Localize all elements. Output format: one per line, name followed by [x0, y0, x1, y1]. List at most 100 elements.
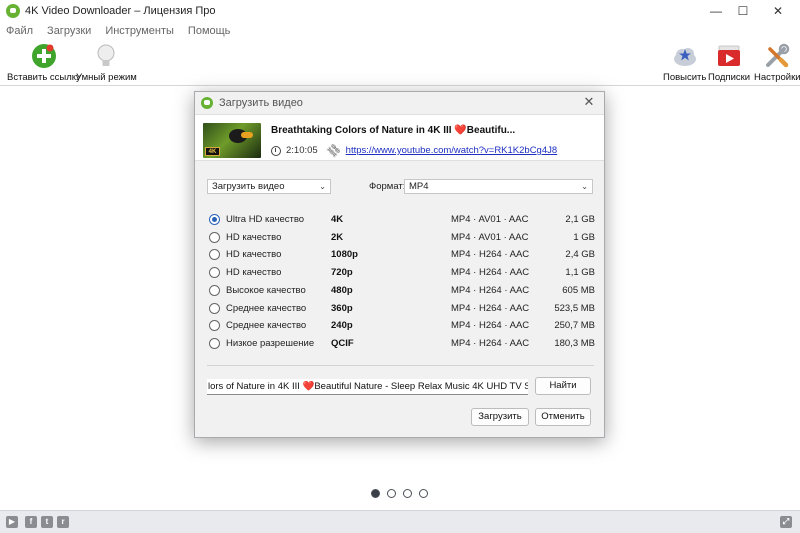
save-path-field[interactable]: lors of Nature in 4K III ❤️Beautiful Nat… [207, 379, 528, 395]
title-bar: 4K Video Downloader – Лицензия Про — ☐ ✕ [0, 0, 800, 22]
quality-radio[interactable] [209, 320, 220, 332]
smart-mode-button[interactable]: Умный режим [76, 43, 137, 83]
quality-row[interactable]: Высокое качество 480p MP4 · H264 · AAC 605 … [209, 282, 595, 299]
quality-size: 180,3 MB [554, 337, 595, 349]
chevron-down-icon: ⌄ [319, 182, 326, 191]
menu-file[interactable]: Файл [6, 25, 33, 37]
close-button[interactable]: ✕ [762, 0, 794, 22]
quality-name: HD качество [226, 231, 282, 243]
upgrade-label: Повысить [663, 72, 707, 83]
dialog-title-bar: Загрузить видео ✕ [195, 92, 604, 114]
menu-downloads[interactable]: Загрузки [47, 25, 91, 37]
paste-link-label: Вставить ссылку [7, 72, 81, 83]
settings-label: Настройки [754, 72, 800, 83]
quality-name: Среднее качество [226, 320, 307, 332]
quality-codec: MP4 · AV01 · AAC [451, 231, 529, 243]
reddit-icon[interactable]: r [57, 516, 69, 528]
quality-row[interactable]: HD качество 2K MP4 · AV01 · AAC 1 GB [209, 229, 595, 246]
cancel-button[interactable]: Отменить [535, 408, 591, 426]
quality-resolution: 480p [331, 284, 353, 296]
subscriptions-icon [718, 45, 741, 66]
carousel-dot[interactable] [403, 489, 412, 498]
quality-resolution: 720p [331, 267, 353, 279]
dialog-close-button[interactable]: ✕ [582, 95, 596, 109]
quality-row[interactable]: HD качество 1080p MP4 · H264 · AAC 2,4 GB [209, 246, 595, 263]
quality-codec: MP4 · H264 · AAC [451, 284, 530, 296]
status-bar: ▶ f t r ⤢ [0, 510, 800, 533]
quality-radio[interactable] [209, 267, 220, 279]
quality-name: HD качество [226, 267, 282, 279]
facebook-icon[interactable]: f [25, 516, 37, 528]
quality-codec: MP4 · H264 · AAC [451, 267, 530, 279]
quality-resolution: 4K [331, 214, 344, 225]
paste-link-button[interactable]: Вставить ссылку [7, 43, 81, 83]
carousel-dot[interactable] [387, 489, 396, 498]
clock-icon [271, 145, 281, 156]
youtube-icon[interactable]: ▶ [6, 516, 18, 528]
quality-size: 523,5 MB [554, 302, 595, 314]
quality-size: 2,1 GB [565, 214, 595, 225]
quality-resolution: 240p [331, 320, 353, 332]
video-info: 4K Breathtaking Colors of Nature in 4K I… [195, 114, 604, 161]
quality-size: 1 GB [573, 231, 595, 243]
video-thumbnail: 4K [203, 123, 261, 158]
quality-row[interactable]: Ultra HD качество 4K MP4 · AV01 · AAC 2,1 G… [209, 211, 595, 228]
quality-row[interactable]: Среднее качество 360p MP4 · H264 · AAC 523,… [209, 300, 595, 317]
4k-badge: 4K [205, 147, 220, 156]
subscriptions-label: Подписки [708, 72, 751, 83]
twitter-icon[interactable]: t [41, 516, 53, 528]
browse-button[interactable]: Найти [535, 377, 591, 395]
maximize-button[interactable]: ☐ [727, 0, 759, 22]
upgrade-button[interactable]: Повысить [663, 43, 706, 83]
quality-radio[interactable] [209, 302, 220, 314]
format-label: Формат: [369, 181, 406, 192]
quality-radio[interactable] [209, 249, 220, 261]
quality-codec: MP4 · H264 · AAC [451, 320, 530, 332]
chevron-down-icon: ⌄ [581, 182, 588, 191]
quality-codec: MP4 · AV01 · AAC [451, 214, 529, 225]
quality-radio[interactable] [209, 284, 220, 296]
quality-size: 250,7 MB [554, 320, 595, 332]
download-button[interactable]: Загрузить [471, 408, 529, 426]
quality-codec: MP4 · H264 · AAC [451, 302, 530, 314]
smart-mode-label: Умный режим [76, 72, 137, 83]
video-url-link[interactable]: https://www.youtube.com/watch?v=RK1K2bCg… [346, 145, 558, 156]
quality-row[interactable]: Среднее качество 240p MP4 · H264 · AAC 250,… [209, 317, 595, 334]
quality-resolution: QCIF [331, 337, 354, 349]
lightbulb-icon [97, 44, 115, 66]
menu-tools[interactable]: Инструменты [105, 25, 174, 37]
link-icon: ⛓ [324, 141, 344, 161]
settings-button[interactable]: Настройки [754, 43, 800, 83]
carousel-dots [371, 489, 435, 498]
menu-help[interactable]: Помощь [188, 25, 231, 37]
dialog-title: Загрузить видео [219, 97, 303, 109]
quality-row[interactable]: Низкое разрешение QCIF MP4 · H264 · AAC 180… [209, 335, 595, 352]
wrench-screwdriver-icon [766, 43, 790, 68]
action-select[interactable]: Загрузить видео ⌄ [207, 179, 331, 194]
quality-resolution: 360p [331, 302, 353, 314]
carousel-dot[interactable] [419, 489, 428, 498]
divider [207, 365, 594, 366]
quality-resolution: 1080p [331, 249, 358, 261]
menu-bar: Файл Загрузки Инструменты Помощь [0, 22, 800, 40]
cloud-star-icon [673, 48, 696, 66]
paste-link-icon [31, 44, 56, 68]
quality-size: 605 MB [562, 284, 595, 296]
quality-codec: MP4 · H264 · AAC [451, 337, 530, 349]
subscriptions-button[interactable]: Подписки [708, 43, 750, 83]
carousel-dot[interactable] [371, 489, 380, 498]
quality-name: Среднее качество [226, 302, 307, 314]
format-select-value: MP4 [409, 181, 429, 192]
expand-icon[interactable]: ⤢ [780, 516, 792, 528]
quality-name: Низкое разрешение [226, 337, 315, 349]
quality-row[interactable]: HD качество 720p MP4 · H264 · AAC 1,1 GB [209, 264, 595, 281]
format-select[interactable]: MP4 ⌄ [404, 179, 593, 194]
quality-radio[interactable] [209, 214, 220, 225]
quality-radio[interactable] [209, 231, 220, 243]
quality-name: Ultra HD качество [226, 214, 305, 225]
quality-size: 2,4 GB [565, 249, 595, 261]
quality-resolution: 2K [331, 231, 344, 243]
video-duration: 2:10:05 [286, 145, 318, 156]
quality-radio[interactable] [209, 337, 220, 349]
video-title: Breathtaking Colors of Nature in 4K III … [271, 125, 516, 136]
